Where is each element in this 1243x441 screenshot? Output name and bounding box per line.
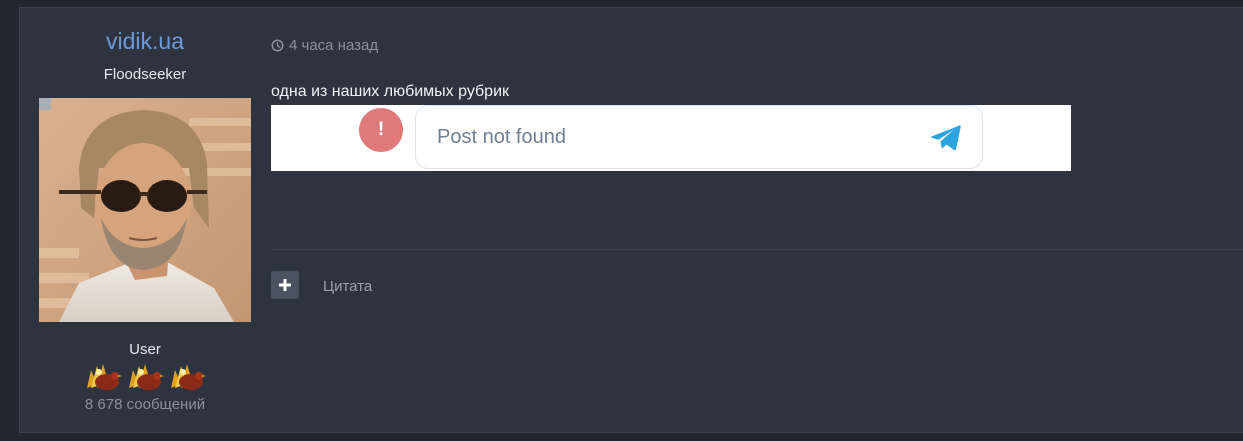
post-divider	[271, 249, 1243, 250]
author-panel: vidik.ua Floodseeker User 8 678 сообщени…	[20, 8, 270, 432]
telegram-embed: Post not found !	[271, 105, 1071, 171]
forum-post: vidik.ua Floodseeker User 8 678 сообщени…	[19, 7, 1243, 433]
embed-error-message: Post not found	[437, 126, 566, 148]
online-status-indicator	[39, 98, 51, 110]
post-body-text: одна из наших любимых рубрик	[271, 83, 510, 100]
avatar[interactable]	[39, 98, 251, 322]
error-badge: !	[359, 108, 403, 152]
author-group: User	[129, 341, 161, 358]
clock-icon	[271, 39, 284, 52]
plus-icon	[279, 279, 291, 291]
avatar-image	[39, 98, 251, 322]
rank-icons	[80, 360, 210, 392]
embed-card[interactable]: Post not found	[415, 105, 983, 169]
author-name-link[interactable]: vidik.ua	[20, 28, 270, 55]
quote-button[interactable]: Цитата	[323, 278, 372, 295]
turkey-icon	[129, 364, 164, 390]
telegram-icon[interactable]	[930, 124, 962, 152]
turkey-icon	[87, 364, 122, 390]
multi-quote-button[interactable]	[271, 271, 299, 299]
post-date[interactable]: 4 часа назад	[271, 37, 378, 54]
author-title: Floodseeker	[103, 66, 187, 83]
turkey-icon	[171, 364, 206, 390]
post-date-text: 4 часа назад	[289, 37, 379, 54]
post-count[interactable]: 8 678 сообщений	[20, 396, 270, 413]
